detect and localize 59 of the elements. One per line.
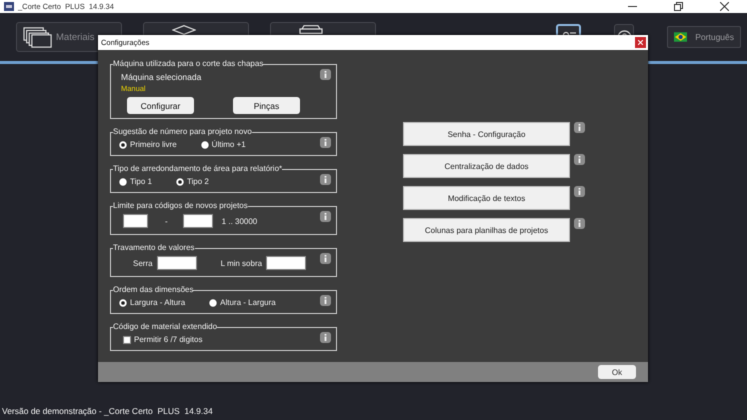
field-label: Serra: [133, 258, 153, 268]
radio-label: Altura - Largura: [220, 298, 276, 307]
settings-button[interactable]: Modificação de textos: [403, 186, 570, 210]
machine-label: Máquina selecionada: [121, 72, 202, 82]
machine-button[interactable]: Pinças: [233, 97, 300, 114]
info-icon[interactable]: [574, 122, 585, 133]
info-icon[interactable]: [320, 211, 331, 222]
sheets-icon: [23, 26, 53, 48]
input-field[interactable]: [266, 256, 306, 270]
group-title: Sugestão de número para projeto novo: [113, 128, 252, 136]
settings-button[interactable]: Senha - Configuração: [403, 122, 570, 146]
radio-label: Tipo 2: [186, 177, 209, 186]
info-icon[interactable]: [320, 174, 331, 185]
info-icon[interactable]: [320, 332, 331, 343]
radio-button[interactable]: [200, 140, 209, 148]
radio-label: Primeiro livre: [130, 140, 177, 149]
group-title: Tipo de arredondamento de área para relatório*: [113, 165, 282, 173]
to-field[interactable]: [182, 214, 213, 228]
radio-button[interactable]: [209, 298, 218, 306]
restore-icon[interactable]: [674, 2, 682, 11]
group-title: Travamento de valores: [113, 244, 195, 252]
settings-button[interactable]: Centralização de dados: [403, 154, 570, 178]
checkbox[interactable]: [123, 336, 131, 344]
close-icon[interactable]: [720, 2, 728, 11]
input-field[interactable]: [156, 256, 197, 270]
flag-icon: [674, 32, 688, 42]
info-icon[interactable]: [320, 69, 331, 80]
group-title: Máquina utilizada para o corte das chapas: [113, 60, 264, 68]
settings-button[interactable]: Colunas para planilhas de projetos: [403, 218, 570, 242]
field-label: L min sobra: [220, 258, 262, 268]
radio-button[interactable]: [119, 298, 127, 306]
info-icon[interactable]: [320, 253, 331, 264]
radio-label: Tipo 1: [130, 177, 152, 186]
close-icon: [638, 40, 643, 45]
info-icon[interactable]: [320, 137, 331, 148]
radio-button[interactable]: [176, 178, 184, 186]
radio-label: Último +1: [212, 140, 246, 149]
app-icon: [4, 2, 14, 11]
info-icon[interactable]: [320, 295, 331, 306]
info-icon[interactable]: [574, 218, 585, 229]
group-title: Código de material extendido: [113, 323, 218, 331]
radio-button[interactable]: [119, 140, 127, 148]
machine-button[interactable]: Configurar: [127, 97, 194, 114]
layers-icon: [172, 25, 196, 36]
checkbox-label: Permitir 6 /7 digitos: [134, 335, 202, 344]
range-separator: -: [165, 216, 168, 226]
radio-label: Largura - Altura: [130, 298, 186, 307]
info-icon[interactable]: [574, 154, 585, 165]
group-title: Ordem das dimensões: [113, 286, 194, 294]
from-field[interactable]: [123, 214, 148, 228]
info-icon[interactable]: [574, 186, 585, 197]
language-button[interactable]: Português: [667, 26, 741, 48]
range-hint: 1 .. 30000: [222, 216, 258, 226]
radio-button[interactable]: [119, 178, 127, 186]
status-text: Versão de demonstração - _Corte Certo PLUS 14.9.34: [2, 406, 213, 416]
group-title: Limite para códigos de novos projetos: [113, 202, 248, 210]
close-button[interactable]: [635, 37, 646, 48]
tray-icon: [299, 25, 323, 34]
ok-button[interactable]: Ok: [598, 365, 636, 379]
